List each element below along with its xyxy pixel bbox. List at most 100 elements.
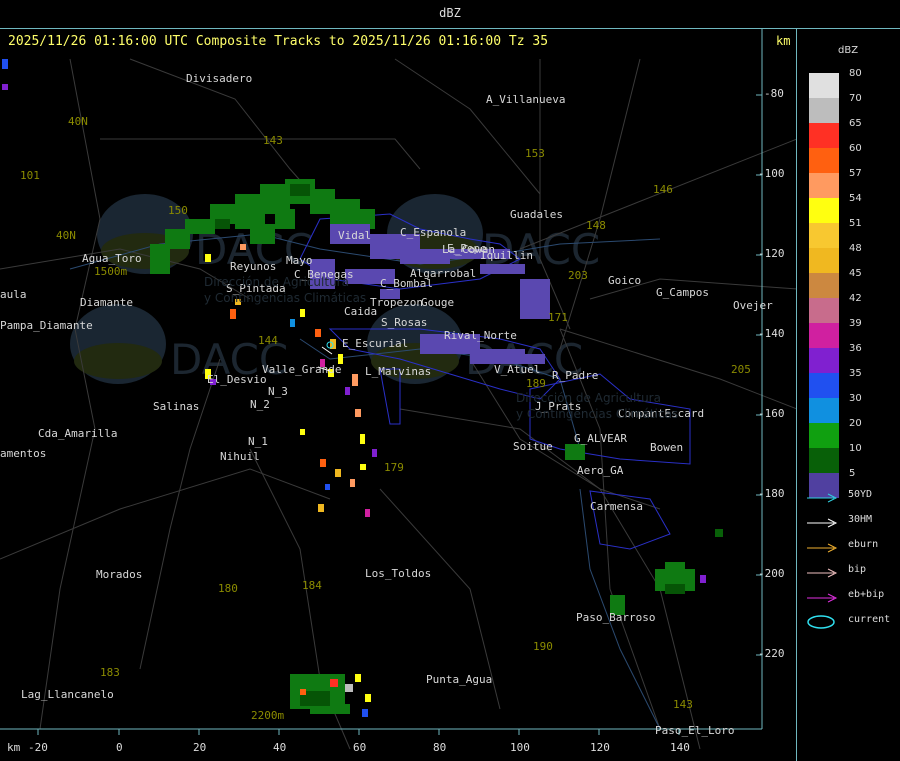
scale-value: 80 — [849, 68, 862, 79]
track-legend-item[interactable]: eb+bip — [806, 589, 898, 614]
place-label: Nihuil — [220, 450, 260, 463]
scale-swatch: 70 — [809, 93, 862, 123]
scale-value: 20 — [849, 418, 862, 429]
route-label: 40N — [56, 229, 76, 242]
place-label: E_Pepe — [447, 242, 487, 255]
map-canvas: DACCDACC DACCDACC — [0, 29, 796, 750]
place-label: Gouge — [421, 296, 455, 309]
track-legend-item[interactable]: 50YD — [806, 489, 898, 514]
place-label: Rival_Norte — [444, 329, 517, 342]
x-tick: 40 — [273, 741, 287, 754]
scale-swatch: 65 — [809, 118, 862, 148]
scale-swatch: 54 — [809, 193, 862, 223]
place-label: V_Atuel — [494, 363, 541, 376]
scale-swatch: 80 — [809, 68, 862, 98]
route-label: 189 — [526, 377, 546, 390]
y-tick: -180 — [758, 487, 785, 500]
arrow-icon — [807, 543, 838, 553]
place-label: Salinas — [153, 400, 200, 413]
place-label: Iquillin — [480, 249, 533, 262]
window-title: dBZ — [439, 6, 461, 20]
scale-value: 39 — [849, 318, 862, 329]
place-label: G_Campos — [656, 286, 709, 299]
place-label: Paso_El_Loro — [655, 724, 735, 737]
place-label: Divisadero — [186, 72, 253, 85]
route-label: 143 — [673, 698, 693, 711]
scale-swatch: 45 — [809, 268, 862, 298]
place-label: Diamante — [80, 296, 133, 309]
place-label: Mayo — [286, 254, 313, 267]
scale-value: 70 — [849, 93, 862, 104]
track-label: 30HM — [848, 514, 873, 525]
scale-value: 45 — [849, 268, 862, 279]
route-label: 179 — [384, 461, 404, 474]
scale-value: 51 — [849, 218, 862, 229]
scale-swatch: 35 — [809, 368, 862, 398]
km-label-top: km — [776, 34, 791, 48]
route-label: 148 — [586, 219, 606, 232]
scale-value: 54 — [849, 193, 862, 204]
y-tick: -80 — [764, 87, 784, 100]
place-label: S_Rosas — [381, 316, 428, 329]
place-label: Goico — [608, 274, 642, 287]
x-tick: 140 — [670, 741, 690, 754]
track-label: eburn — [848, 539, 879, 550]
place-label: El_Desvio — [207, 373, 267, 386]
x-tick: 100 — [510, 741, 530, 754]
scale-value: 5 — [849, 468, 856, 479]
scale-swatch: 30 — [809, 393, 862, 423]
y-tick: -160 — [758, 407, 785, 420]
place-label: N_1 — [248, 435, 268, 448]
place-label: Aero_GA — [577, 464, 624, 477]
place-label: Cda_Amarilla — [38, 427, 118, 440]
place-label: Tropezon — [370, 296, 423, 309]
x-tick: 0 — [116, 741, 123, 754]
scale-value: 35 — [849, 368, 862, 379]
place-label: N_3 — [268, 385, 288, 398]
scale-value: 30 — [849, 393, 862, 404]
route-label: 146 — [653, 183, 673, 196]
place-label: E_Escurial — [342, 337, 409, 350]
scale-swatch: 60 — [809, 143, 862, 173]
route-label: 205 — [731, 363, 751, 376]
y-tick: -220 — [758, 647, 785, 660]
place-label: A_Villanueva — [486, 93, 566, 106]
scale-swatch: 42 — [809, 293, 862, 323]
place-label: aula — [0, 288, 27, 301]
place-label: Lag_Llancanelo — [21, 688, 114, 701]
place-label: C_Espanola — [400, 226, 467, 239]
place-label: L_Malvinas — [365, 365, 432, 378]
legend-title: dBZ — [838, 45, 859, 56]
route-label: 171 — [548, 311, 568, 324]
place-label: Soitue — [513, 440, 553, 453]
x-tick: 120 — [590, 741, 610, 754]
scale-value: 57 — [849, 168, 862, 179]
x-tick: -20 — [28, 741, 48, 754]
radar-map[interactable]: DACCDACC DACCDACC — [0, 29, 797, 761]
place-label: Paso_Barroso — [576, 611, 656, 624]
route-label: 184 — [302, 579, 322, 592]
arrow-icon — [807, 518, 838, 528]
route-label: 144 — [258, 334, 278, 347]
ellipse-icon — [807, 615, 835, 629]
dbz-color-scale: 80 70 65 60 57 54 51 48 45 42 39 36 35 3… — [809, 68, 862, 498]
route-label: 190 — [533, 640, 553, 653]
track-label: 50YD — [848, 489, 873, 500]
y-tick: -100 — [758, 167, 785, 180]
track-legend-item[interactable]: current — [806, 614, 898, 639]
place-label: Algarrobal — [410, 267, 477, 280]
scale-swatch: 39 — [809, 318, 862, 348]
place-label: Valle_Grande — [262, 363, 342, 376]
scale-value: 65 — [849, 118, 862, 129]
track-legend-item[interactable]: bip — [806, 564, 898, 589]
place-label: amentos — [0, 447, 47, 460]
x-tick: 60 — [353, 741, 367, 754]
route-label: 40N — [68, 115, 88, 128]
track-legend-item[interactable]: eburn — [806, 539, 898, 564]
window-titlebar: dBZ — [0, 0, 900, 29]
scale-swatch: 51 — [809, 218, 862, 248]
y-tick: -200 — [758, 567, 785, 580]
place-label: Carmensa — [590, 500, 643, 513]
road-lines — [0, 58, 796, 750]
track-legend-item[interactable]: 30HM — [806, 514, 898, 539]
